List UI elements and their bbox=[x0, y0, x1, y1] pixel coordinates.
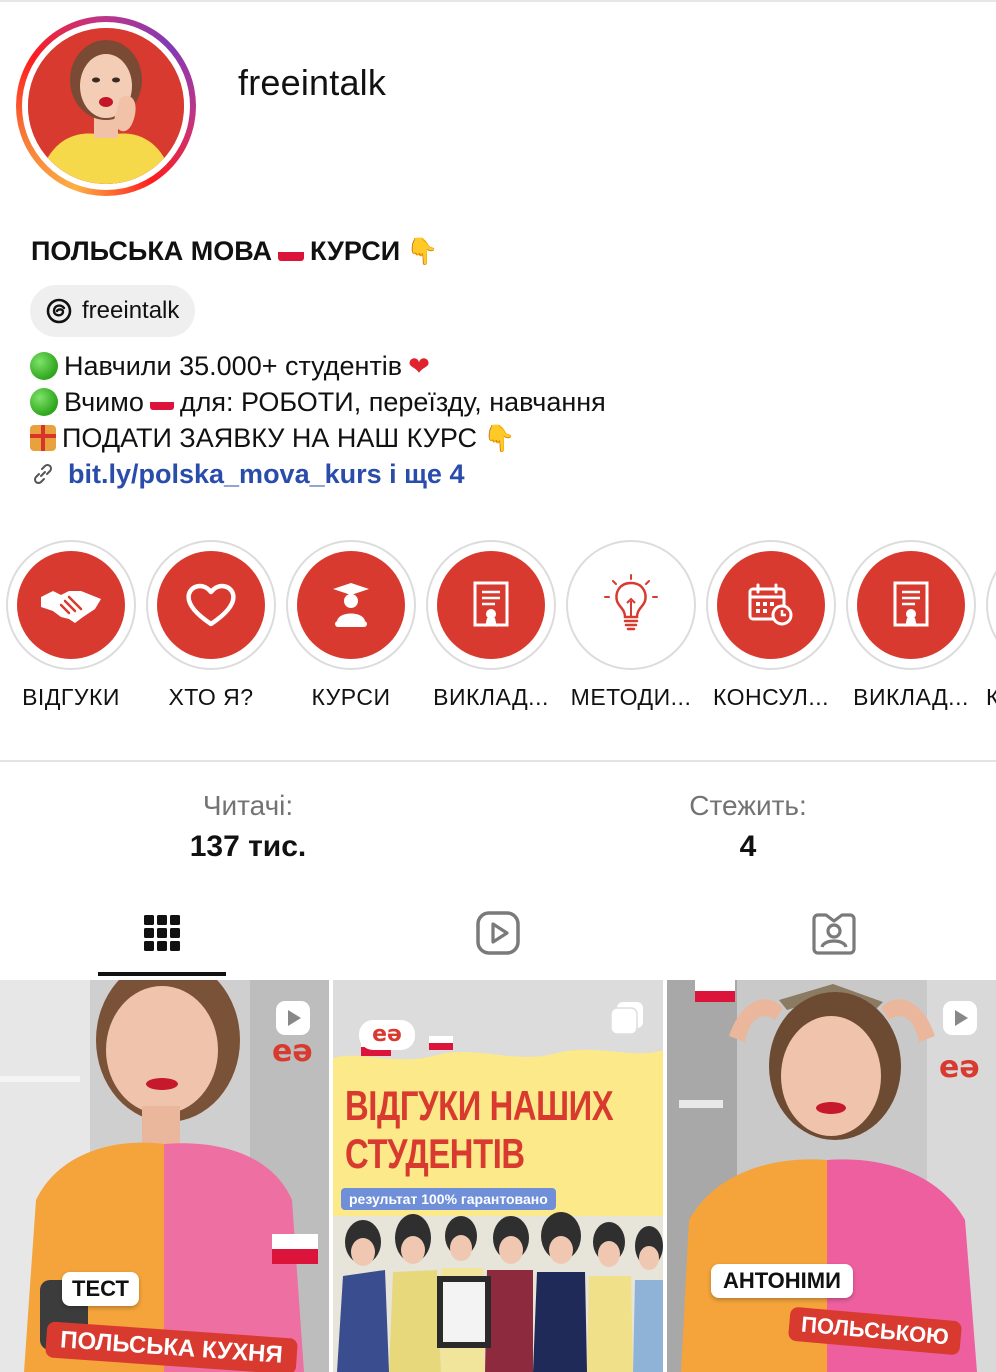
grid-icon bbox=[144, 915, 180, 951]
bio-link[interactable]: bit.ly/polska_mova_kurs і ще 4 bbox=[30, 456, 606, 492]
followers-count: 137 тис. bbox=[189, 830, 307, 863]
bio-line: Навчили 35.000+ студентів ❤ bbox=[30, 348, 606, 384]
link-icon bbox=[33, 463, 53, 485]
bio-title-text-2: КУРСИ bbox=[309, 236, 401, 266]
post-tile[interactable]: eə АНТОНІМИ ПОЛЬСЬКОЮ bbox=[667, 980, 996, 1372]
lightbulb-icon bbox=[604, 574, 658, 631]
pointing-down-icon: 👇 bbox=[483, 423, 516, 453]
bio-title-text: ПОЛЬСЬКА МОВА bbox=[31, 236, 272, 266]
bio-line-text: ПОДАТИ ЗАЯВКУ НА НАШ КУРС bbox=[62, 423, 478, 453]
calendar-icon bbox=[748, 583, 793, 626]
highlight-label: ВІДГУКИ bbox=[22, 684, 120, 710]
following-label: Стежить: bbox=[689, 790, 807, 821]
bio-line-text: Вчимо bbox=[64, 387, 144, 417]
post-headline-line: СТУДЕНТІВ bbox=[345, 1130, 525, 1177]
certificate-icon bbox=[893, 581, 929, 627]
posts-grid: eə ТЕСТ ПОЛЬСЬКА КУХНЯ eə ВІДГУКИ НАШИХ … bbox=[0, 980, 996, 1372]
tagged-icon bbox=[812, 913, 856, 955]
pointing-down-icon: 👇 bbox=[406, 236, 439, 266]
bio-line-text: Навчили 35.000+ студентів bbox=[64, 351, 403, 381]
highlight-item[interactable]: КУРСИ bbox=[286, 540, 416, 711]
highlight-item[interactable]: К bbox=[986, 540, 996, 711]
bio-link-text[interactable]: bit.ly/polska_mova_kurs і ще 4 bbox=[68, 456, 464, 492]
avatar[interactable] bbox=[28, 28, 184, 184]
green-circle-icon bbox=[30, 352, 58, 380]
followers-stat[interactable]: Читачі: 137 тис. bbox=[98, 790, 398, 864]
poland-flag-icon bbox=[277, 242, 304, 261]
certificate-icon bbox=[473, 581, 509, 627]
highlight-label: ХТО Я? bbox=[168, 684, 254, 710]
profile-tabs bbox=[0, 890, 996, 978]
graduate-icon bbox=[333, 583, 369, 627]
heart-icon: ❤ bbox=[408, 351, 430, 381]
highlight-label: ВИКЛАД... bbox=[853, 684, 969, 710]
threads-handle: freeintalk bbox=[82, 297, 180, 324]
reel-icon bbox=[943, 1001, 977, 1035]
profile-username: freeintalk bbox=[238, 62, 387, 103]
brand-logo: eə bbox=[272, 1034, 313, 1069]
followers-label: Читачі: bbox=[202, 790, 294, 821]
highlight-item[interactable]: ВИКЛАД... bbox=[846, 540, 976, 711]
following-stat[interactable]: Стежить: 4 bbox=[598, 790, 898, 864]
handshake-icon bbox=[41, 591, 101, 623]
bio-text: Навчили 35.000+ студентів ❤ Вчимо для: Р… bbox=[30, 348, 606, 492]
highlight-item[interactable]: МЕТОДИ... bbox=[566, 540, 696, 711]
poland-flag-icon bbox=[149, 394, 174, 410]
tab-posts[interactable] bbox=[98, 890, 226, 976]
reels-icon bbox=[476, 911, 520, 955]
bio-title: ПОЛЬСЬКА МОВА КУРСИ 👇 bbox=[31, 236, 439, 267]
reel-icon bbox=[276, 1001, 310, 1035]
carousel-icon bbox=[610, 1002, 643, 1035]
highlight-label: ВИКЛАД... bbox=[433, 684, 549, 710]
threads-badge[interactable]: freeintalk bbox=[30, 285, 196, 337]
post-subline: результат 100% гарантовано bbox=[341, 1188, 556, 1210]
highlight-item[interactable]: ХТО Я? bbox=[146, 540, 276, 711]
post-tag: ТЕСТ bbox=[62, 1272, 139, 1306]
post-tile[interactable]: eə ВІДГУКИ НАШИХ СТУДЕНТІВ результат 100… bbox=[333, 980, 663, 1372]
post-headline: ВІДГУКИ НАШИХ СТУДЕНТІВ bbox=[345, 1082, 614, 1178]
bio-line-text: для: РОБОТИ, переїзду, навчання bbox=[179, 387, 606, 417]
bio-line: Вчимо для: РОБОТИ, переїзду, навчання bbox=[30, 384, 606, 420]
story-ring[interactable] bbox=[16, 16, 196, 196]
section-divider bbox=[0, 760, 996, 762]
post-headline-line: ВІДГУКИ НАШИХ bbox=[345, 1082, 614, 1129]
brand-logo: eə bbox=[939, 1050, 980, 1085]
story-highlights: ВІДГУКИ ХТО Я? КУРСИ ВИКЛАД... МЕТОДИ...… bbox=[0, 540, 996, 720]
highlight-label: КОНСУЛ... bbox=[712, 684, 830, 710]
threads-icon bbox=[46, 298, 72, 324]
post-tag: АНТОНІМИ bbox=[711, 1264, 853, 1298]
heart-icon bbox=[186, 583, 236, 627]
highlight-label: К bbox=[986, 684, 996, 710]
following-count: 4 bbox=[739, 830, 757, 863]
gift-icon bbox=[30, 425, 56, 451]
top-divider bbox=[0, 0, 996, 2]
brand-logo: eə bbox=[359, 1020, 415, 1050]
highlight-label: КУРСИ bbox=[311, 684, 391, 710]
tab-tagged[interactable] bbox=[770, 890, 898, 976]
post-tile[interactable]: eə ТЕСТ ПОЛЬСЬКА КУХНЯ bbox=[0, 980, 329, 1372]
highlight-label: МЕТОДИ... bbox=[570, 684, 692, 710]
highlight-item[interactable]: КОНСУЛ... bbox=[706, 540, 836, 711]
bio-line: ПОДАТИ ЗАЯВКУ НА НАШ КУРС 👇 bbox=[30, 420, 606, 456]
tab-reels[interactable] bbox=[434, 890, 562, 976]
highlight-item[interactable]: ВІДГУКИ bbox=[6, 540, 136, 711]
green-circle-icon bbox=[30, 388, 58, 416]
highlight-item[interactable]: ВИКЛАД... bbox=[426, 540, 556, 711]
